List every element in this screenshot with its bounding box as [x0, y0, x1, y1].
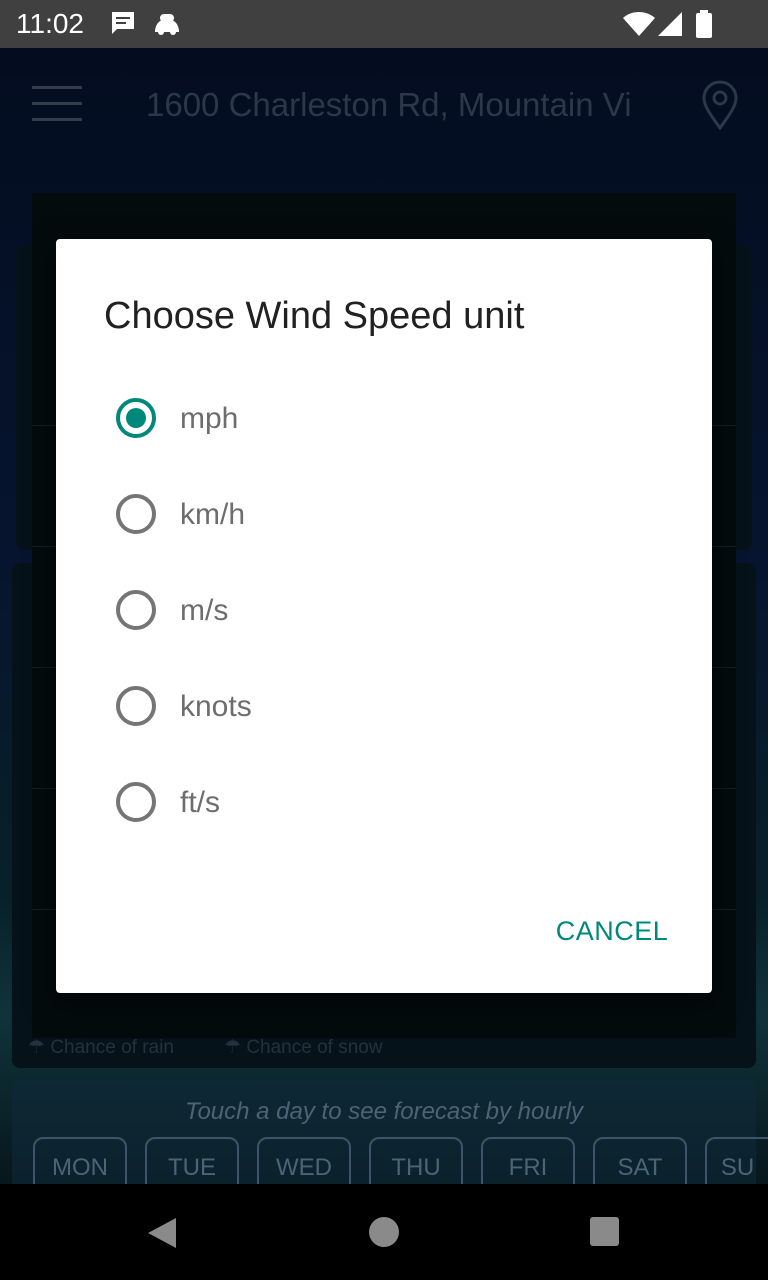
option-label: knots [180, 690, 252, 723]
dialog-title: Choose Wind Speed unit [104, 295, 525, 337]
radio-button[interactable] [116, 494, 156, 534]
radio-button-selected[interactable] [116, 398, 156, 438]
battery-icon [694, 10, 714, 43]
home-icon[interactable] [369, 1217, 399, 1247]
forecast-hint: Touch a day to see forecast by hourly [184, 1098, 583, 1125]
status-bar: 11:02 [0, 0, 768, 48]
option-label: m/s [180, 594, 229, 627]
radio-button[interactable] [116, 782, 156, 822]
option-label: mph [180, 402, 239, 435]
android-icon [152, 10, 182, 41]
message-icon [110, 10, 136, 41]
option-kmh[interactable]: km/h [92, 466, 676, 562]
option-knots[interactable]: knots [92, 658, 676, 754]
wind-speed-unit-dialog: Choose Wind Speed unit mph km/h m/s knot… [56, 239, 712, 993]
option-label: km/h [180, 498, 246, 531]
option-fts[interactable]: ft/s [92, 754, 676, 850]
radio-button[interactable] [116, 590, 156, 630]
recents-icon[interactable] [590, 1217, 619, 1246]
radio-button[interactable] [116, 686, 156, 726]
option-label: ft/s [180, 786, 221, 819]
signal-icon [656, 10, 684, 43]
cancel-button[interactable]: CANCEL [544, 907, 680, 955]
back-icon[interactable] [146, 1216, 178, 1255]
wifi-icon [622, 10, 656, 43]
option-ms[interactable]: m/s [92, 562, 676, 658]
status-time: 11:02 [16, 8, 84, 39]
option-mph[interactable]: mph [92, 370, 676, 466]
